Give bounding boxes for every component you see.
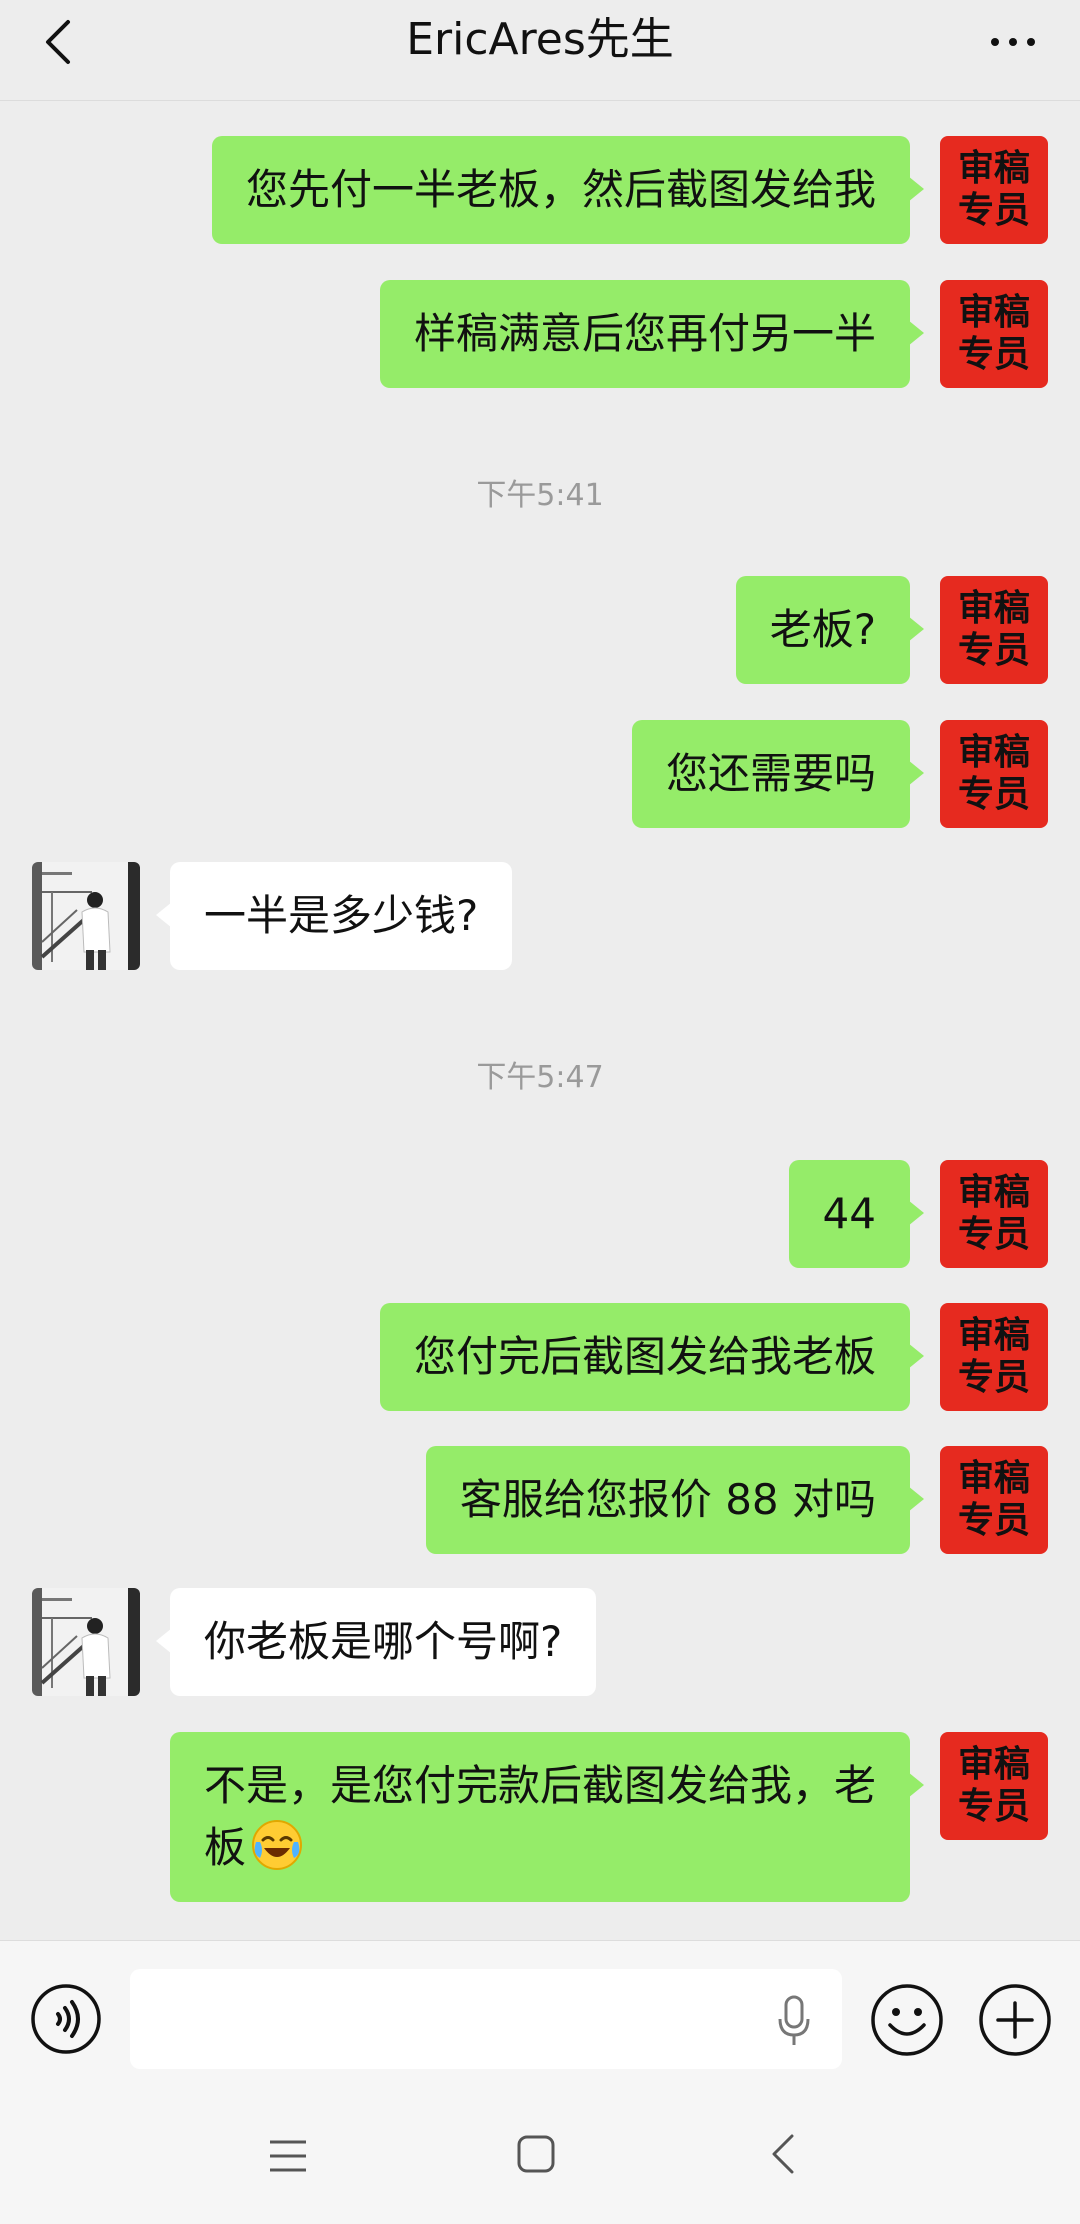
timestamp: 下午5:41 <box>476 478 604 513</box>
avatar-text: 审稿 <box>957 1458 1030 1499</box>
message-list[interactable]: 您先付一半老板，然后截图发给我 审稿 专员 样稿满意后您再付另一半 审稿 专员 … <box>0 100 1080 1940</box>
more-dots-icon <box>1009 38 1017 46</box>
outgoing-message-bubble[interactable]: 44 <box>788 1160 925 1268</box>
timestamp: 下午5:47 <box>476 1060 604 1095</box>
avatar-text: 审稿 <box>957 1315 1030 1356</box>
menu-lines-icon <box>270 2140 306 2172</box>
microphone-icon <box>778 1995 810 2045</box>
sender-avatar[interactable]: 审稿 专员 <box>940 280 1048 388</box>
message-text: 不是，是您付完款后截图发给我，老板 <box>204 1761 877 1872</box>
emoji-button[interactable] <box>870 1983 944 2057</box>
outgoing-message-bubble[interactable]: 老板? <box>735 576 925 684</box>
nav-back-icon <box>772 2134 794 2174</box>
avatar-text: 审稿 <box>957 292 1030 333</box>
voice-icon <box>31 1984 101 2054</box>
sender-avatar[interactable]: 审稿 专员 <box>940 1303 1048 1411</box>
more-functions-button[interactable] <box>978 1983 1052 2057</box>
recent-apps-button[interactable] <box>266 2136 310 2176</box>
avatar-text: 审稿 <box>957 1172 1030 1213</box>
more-dots-icon <box>991 38 999 46</box>
incoming-message-bubble[interactable]: 你老板是哪个号啊? <box>155 1588 597 1696</box>
input-bar <box>0 1940 1080 2091</box>
smiley-icon <box>871 1984 943 2056</box>
more-button[interactable] <box>986 24 1046 60</box>
contact-avatar[interactable] <box>32 1588 140 1696</box>
avatar-text: 专员 <box>957 1357 1030 1398</box>
sender-avatar[interactable]: 审稿 专员 <box>940 1732 1048 1840</box>
avatar-text: 专员 <box>957 1214 1030 1255</box>
chat-header: EricAres先生 <box>0 0 1080 101</box>
home-button[interactable] <box>516 2134 556 2174</box>
avatar-text: 专员 <box>957 630 1030 671</box>
face-with-tears-of-joy-icon <box>252 1820 303 1870</box>
message-input[interactable] <box>130 1969 842 2069</box>
contact-avatar-image <box>32 862 140 970</box>
avatar-text: 专员 <box>957 1500 1030 1541</box>
plus-icon <box>979 1984 1051 2056</box>
page-title: EricAres先生 <box>406 14 674 65</box>
voice-button[interactable] <box>30 1983 102 2055</box>
home-square-icon <box>517 2135 555 2173</box>
sender-avatar[interactable]: 审稿 专员 <box>940 576 1048 684</box>
sender-avatar[interactable]: 审稿 专员 <box>940 720 1048 828</box>
avatar-text: 专员 <box>957 774 1030 815</box>
outgoing-message-bubble[interactable]: 您还需要吗 <box>631 720 925 828</box>
avatar-text: 审稿 <box>957 148 1030 189</box>
system-navigation-bar <box>0 2090 1080 2224</box>
contact-avatar[interactable] <box>32 862 140 970</box>
outgoing-message-bubble[interactable]: 您付完后截图发给我老板 <box>379 1303 925 1411</box>
outgoing-message-bubble[interactable]: 您先付一半老板，然后截图发给我 <box>211 136 925 244</box>
avatar-text: 审稿 <box>957 732 1030 773</box>
sender-avatar[interactable]: 审稿 专员 <box>940 1446 1048 1554</box>
avatar-text: 专员 <box>957 1786 1030 1827</box>
outgoing-message-bubble[interactable]: 样稿满意后您再付另一半 <box>379 280 925 388</box>
sender-avatar[interactable]: 审稿 专员 <box>940 136 1048 244</box>
outgoing-message-bubble[interactable]: 不是，是您付完款后截图发给我，老板 <box>170 1732 924 1902</box>
avatar-text: 审稿 <box>957 1744 1030 1785</box>
sender-avatar[interactable]: 审稿 专员 <box>940 1160 1048 1268</box>
more-dots-icon <box>1027 38 1035 46</box>
microphone-button[interactable] <box>770 1991 818 2051</box>
incoming-message-bubble[interactable]: 一半是多少钱? <box>155 862 513 970</box>
system-back-button[interactable] <box>768 2130 798 2178</box>
avatar-text: 专员 <box>957 190 1030 231</box>
contact-avatar-image <box>32 1588 140 1696</box>
avatar-text: 审稿 <box>957 588 1030 629</box>
avatar-text: 专员 <box>957 334 1030 375</box>
outgoing-message-bubble[interactable]: 客服给您报价 88 对吗 <box>425 1446 925 1554</box>
